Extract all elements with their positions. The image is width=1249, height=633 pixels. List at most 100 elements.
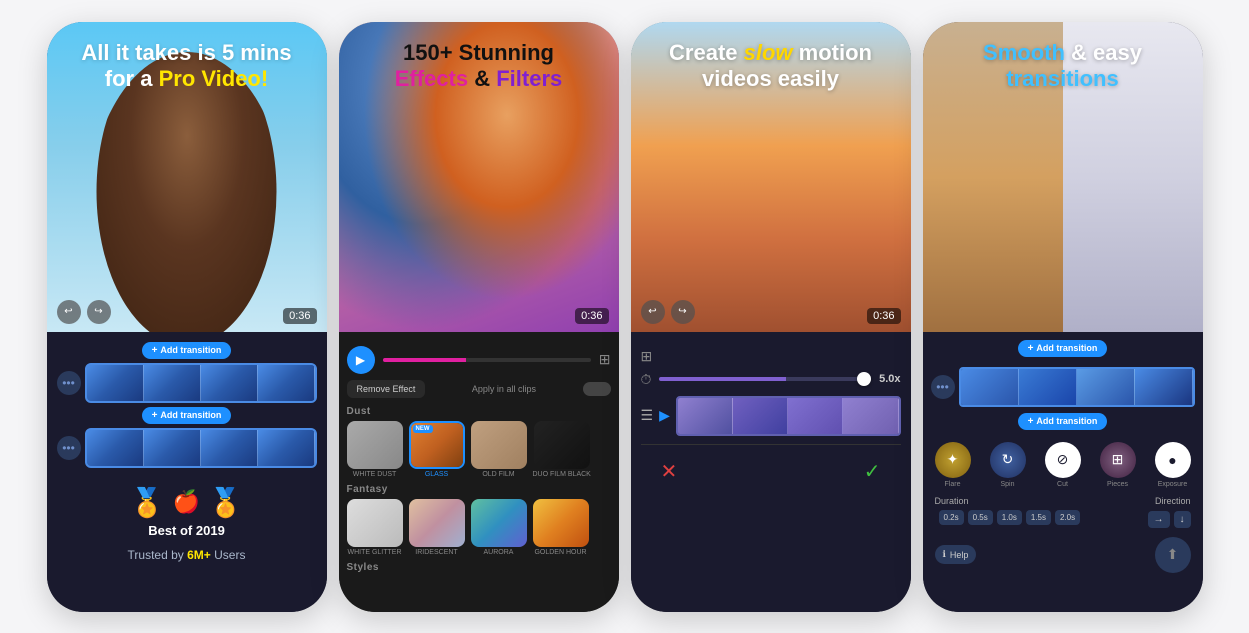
- card3-bottom: ⊞ ⏱ 5.0x ☰ ▶: [631, 332, 911, 612]
- effect-aurora[interactable]: AURORA: [471, 499, 527, 556]
- play-button[interactable]: ▶: [347, 346, 375, 374]
- help-button[interactable]: ℹ Help: [935, 545, 977, 564]
- card3-headline: Create slow motion videos easily: [631, 40, 911, 93]
- transition-exposure[interactable]: ● Exposure: [1155, 442, 1191, 488]
- card1-headline-line1: All it takes is 5 mins: [67, 40, 307, 66]
- redo-button[interactable]: ↪: [87, 300, 111, 324]
- speed-slider[interactable]: [659, 377, 871, 381]
- card3-headline-text: Create slow motion: [651, 40, 891, 66]
- transition-flare[interactable]: ✦ Flare: [935, 442, 971, 488]
- white-glitter-thumb: [347, 499, 403, 547]
- clip-thumb-7: [201, 430, 258, 466]
- card4-ct-1: [961, 369, 1019, 405]
- clip-options-btn[interactable]: •••: [57, 371, 81, 395]
- award-section: 🏅 🍎 🏅 Best of 2019: [130, 486, 243, 538]
- duration-direction-labels: Duration Direction: [931, 496, 1195, 506]
- card2-bottom: ▶ ⊞ Remove Effect Apply in all clips Dus…: [339, 332, 619, 612]
- speed-icon: ⏱: [641, 371, 652, 388]
- section-fantasy-label: Fantasy: [347, 484, 611, 495]
- undo-button[interactable]: ↩: [57, 300, 81, 324]
- card4-options-btn[interactable]: •••: [931, 375, 955, 399]
- dur-btn-10[interactable]: 1.0s: [997, 510, 1022, 525]
- effects-controls: Remove Effect Apply in all clips: [347, 380, 611, 398]
- plus-icon: +: [152, 345, 158, 356]
- card4-headline-line2: transitions: [943, 66, 1183, 92]
- card2-filters-text: Filters: [496, 66, 562, 91]
- best-of-label: Best of 2019: [148, 523, 225, 538]
- effects-toolbar: ▶ ⊞: [347, 340, 611, 380]
- export-button[interactable]: ⬆: [1155, 537, 1191, 573]
- flare-icon: ✦: [935, 442, 971, 478]
- card4-add-transition-btn[interactable]: + Add transition: [1018, 340, 1108, 357]
- phone-card-2: 150+ Stunning Effects & Filters 0:36 ▶ ⊞…: [339, 22, 619, 612]
- laurel-right-icon: 🏅: [208, 486, 243, 519]
- clip-row-1: •••: [57, 363, 317, 403]
- card2-headline-line2: Effects & Filters: [359, 66, 599, 92]
- clip-thumb-1: [87, 365, 144, 401]
- aurora-thumb: [471, 499, 527, 547]
- card4-ct-3: [1077, 369, 1135, 405]
- card3-redo-btn[interactable]: ↪: [671, 300, 695, 324]
- card3-play-icon[interactable]: ▶: [659, 407, 670, 424]
- card4-add-trans-row: + Add transition: [931, 340, 1195, 361]
- card4-ct-4: [1135, 369, 1193, 405]
- trusted-suffix: Users: [211, 548, 246, 562]
- speed-slider-thumb: [857, 372, 871, 386]
- card3-headline-line2: videos easily: [651, 66, 891, 92]
- clip-options-btn-2[interactable]: •••: [57, 436, 81, 460]
- confirm-button[interactable]: ✓: [864, 459, 881, 484]
- dur-btn-20[interactable]: 2.0s: [1055, 510, 1080, 525]
- apply-toggle[interactable]: [583, 382, 611, 396]
- duo-film-label: DUO FILM BLACK: [533, 471, 591, 478]
- effect-white-dust[interactable]: WHITE DUST: [347, 421, 403, 478]
- card4-add-label: Add transition: [1036, 343, 1097, 353]
- card1-headline-prefix: for a: [105, 66, 159, 91]
- effect-old-film[interactable]: OLD FILM: [471, 421, 527, 478]
- old-film-label: OLD FILM: [482, 471, 514, 478]
- dir-right-btn[interactable]: →: [1148, 511, 1170, 528]
- card2-timer: 0:36: [575, 308, 608, 324]
- card4-bottom: + Add transition ••• + Add transition: [923, 332, 1203, 612]
- direction-buttons: → ↓: [1148, 511, 1191, 528]
- card2-video-preview: 150+ Stunning Effects & Filters 0:36: [339, 22, 619, 332]
- card2-headline: 150+ Stunning Effects & Filters: [339, 40, 619, 93]
- add-transition-label-1b: Add transition: [160, 410, 221, 420]
- dur-btn-05[interactable]: 0.5s: [968, 510, 993, 525]
- cut-label: Cut: [1057, 481, 1068, 488]
- trusted-highlight: 6M+: [187, 548, 211, 562]
- card3-grid-icon2: ☰: [641, 407, 654, 424]
- transition-pieces[interactable]: ⊞ Pieces: [1100, 442, 1136, 488]
- help-label: Help: [950, 550, 969, 560]
- add-transition-btn-1[interactable]: + Add transition: [142, 342, 232, 359]
- dur-btn-15[interactable]: 1.5s: [1026, 510, 1051, 525]
- action-buttons: ✕ ✓: [641, 451, 901, 492]
- card2-headline-line1: 150+ Stunning: [359, 40, 599, 66]
- white-dust-thumb: [347, 421, 403, 469]
- card1-headline-highlight: Pro Video!: [159, 66, 269, 91]
- speed-control: ⏱ 5.0x: [641, 371, 901, 388]
- dust-effects-grid: WHITE DUST NEW GLASS OLD FILM: [347, 421, 611, 478]
- card3-timer: 0:36: [867, 308, 900, 324]
- dir-down-btn[interactable]: ↓: [1174, 511, 1191, 528]
- transition-cut[interactable]: ⊘ Cut: [1045, 442, 1081, 488]
- cancel-button[interactable]: ✕: [661, 459, 678, 484]
- card3-clip-strip: [676, 396, 901, 436]
- effect-golden-hour[interactable]: GOLDEN HOUR: [533, 499, 589, 556]
- card3-grid-row: ⊞: [641, 342, 901, 371]
- remove-effect-btn[interactable]: Remove Effect: [347, 380, 426, 398]
- exposure-label: Exposure: [1158, 481, 1188, 488]
- effect-glass[interactable]: NEW GLASS: [409, 421, 465, 478]
- card4-add-label-2: Add transition: [1036, 416, 1097, 426]
- transition-spin[interactable]: ↻ Spin: [990, 442, 1026, 488]
- effect-duo-film[interactable]: DUO FILM BLACK: [533, 421, 591, 478]
- effect-iridescent[interactable]: IRIDESCENT: [409, 499, 465, 556]
- speed-value: 5.0x: [879, 373, 900, 385]
- effect-white-glitter[interactable]: WHITE GLITTER: [347, 499, 403, 556]
- card4-add-transition-btn-2[interactable]: + Add transition: [1018, 413, 1108, 430]
- card3-undo-btn[interactable]: ↩: [641, 300, 665, 324]
- white-glitter-label: WHITE GLITTER: [347, 549, 401, 556]
- duration-buttons: 0.2s 0.5s 1.0s 1.5s 2.0s: [935, 510, 1085, 525]
- dur-btn-02[interactable]: 0.2s: [939, 510, 964, 525]
- add-transition-btn-1b[interactable]: + Add transition: [142, 407, 232, 424]
- effects-timeline[interactable]: [383, 358, 591, 362]
